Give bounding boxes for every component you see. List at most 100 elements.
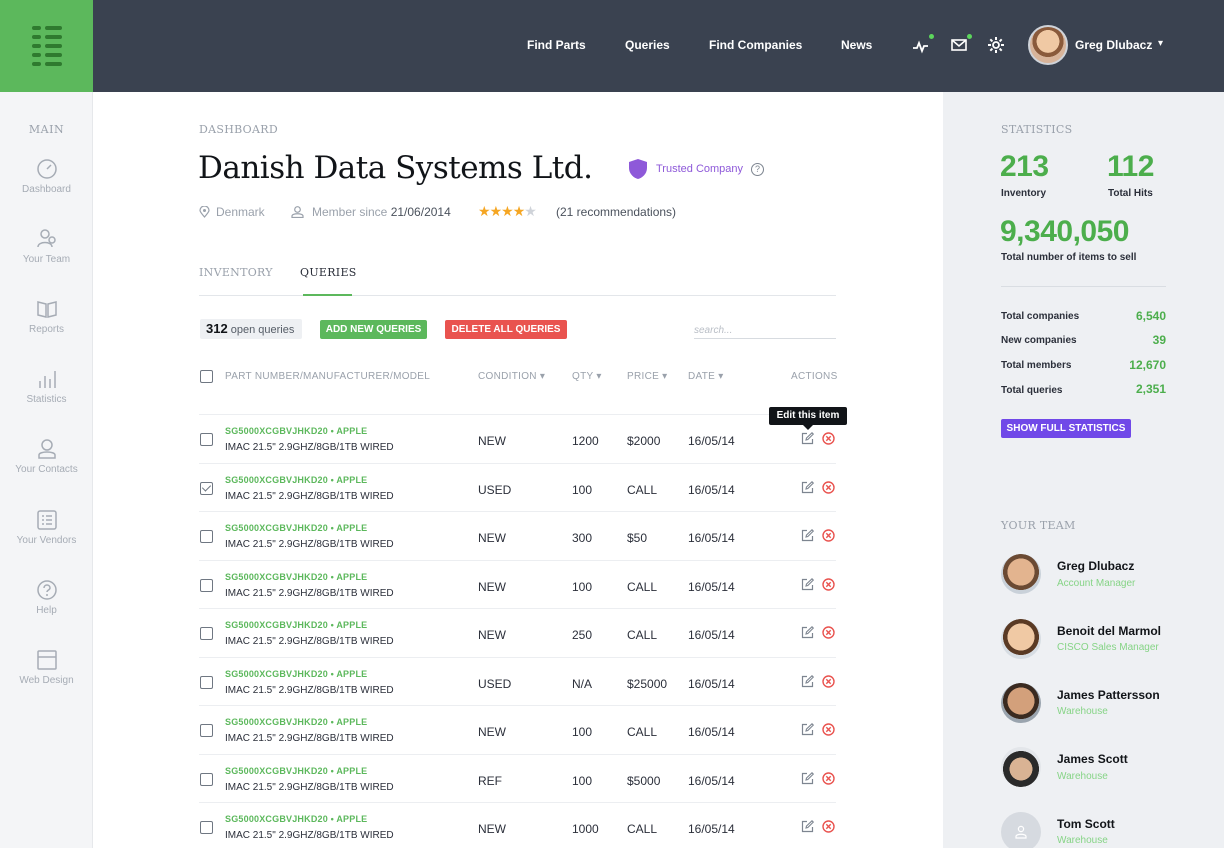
delete-icon[interactable] bbox=[822, 675, 835, 688]
edit-icon[interactable] bbox=[801, 529, 814, 542]
part-number[interactable]: SG5000XCGBVJHKD20 • APPLE bbox=[225, 814, 367, 824]
avatar-placeholder[interactable] bbox=[1001, 812, 1041, 848]
column-header-date[interactable]: DATE ▾ bbox=[688, 371, 724, 382]
settings-icon[interactable] bbox=[987, 36, 1005, 54]
sidebar-heading: MAIN bbox=[28, 123, 65, 136]
delete-icon[interactable] bbox=[822, 529, 835, 542]
row-checkbox[interactable] bbox=[200, 579, 213, 592]
part-number[interactable]: SG5000XCGBVJHKD20 • APPLE bbox=[225, 523, 367, 533]
sidebar-item-your-team[interactable]: Your Team bbox=[0, 228, 93, 265]
add-new-queries-button[interactable]: ADD NEW QUERIES bbox=[320, 320, 427, 339]
row-checkbox-checked[interactable] bbox=[200, 482, 213, 495]
sidebar-item-help[interactable]: Help bbox=[0, 579, 93, 616]
avatar[interactable] bbox=[1001, 747, 1041, 787]
edit-icon[interactable] bbox=[801, 675, 814, 688]
column-header-condition[interactable]: CONDITION ▾ bbox=[478, 371, 545, 382]
table-row[interactable]: SG5000XCGBVJHKD20 • APPLE IMAC 21.5" 2.9G… bbox=[199, 560, 836, 608]
table-row[interactable]: SG5000XCGBVJHKD20 • APPLE IMAC 21.5" 2.9G… bbox=[199, 754, 836, 802]
delete-icon[interactable] bbox=[822, 578, 835, 591]
team-member-name[interactable]: Benoit del Marmol bbox=[1057, 624, 1161, 638]
mail-icon[interactable] bbox=[950, 36, 968, 54]
row-checkbox[interactable] bbox=[200, 530, 213, 543]
table-row[interactable]: SG5000XCGBVJHKD20 • APPLE IMAC 21.5" 2.9G… bbox=[199, 608, 836, 656]
nav-news[interactable]: News bbox=[841, 38, 872, 52]
team-member-name[interactable]: Tom Scott bbox=[1057, 817, 1115, 831]
sidebar-item-web-design[interactable]: Web Design bbox=[0, 649, 93, 686]
part-number[interactable]: SG5000XCGBVJHKD20 • APPLE bbox=[225, 669, 367, 679]
qty-value: 100 bbox=[572, 580, 593, 594]
open-queries-number: 312 bbox=[206, 321, 228, 336]
question-icon[interactable]: ? bbox=[751, 163, 764, 176]
nav-find-companies[interactable]: Find Companies bbox=[709, 38, 802, 52]
edit-icon[interactable] bbox=[801, 723, 814, 736]
sidebar-item-your-contacts[interactable]: Your Contacts bbox=[0, 438, 93, 475]
row-checkbox[interactable] bbox=[200, 676, 213, 689]
table-row[interactable]: SG5000XCGBVJHKD20 • APPLE IMAC 21.5" 2.9G… bbox=[199, 705, 836, 753]
avatar[interactable] bbox=[1001, 554, 1041, 594]
table-row[interactable]: SG5000XCGBVJHKD20 • APPLE IMAC 21.5" 2.9G… bbox=[199, 414, 836, 462]
mail-notification-dot bbox=[967, 34, 972, 39]
table-row[interactable]: SG5000XCGBVJHKD20 • APPLE IMAC 21.5" 2.9G… bbox=[199, 511, 836, 559]
part-number[interactable]: SG5000XCGBVJHKD20 • APPLE bbox=[225, 620, 367, 630]
total-hits-label: Total Hits bbox=[1108, 188, 1153, 199]
table-row[interactable]: SG5000XCGBVJHKD20 • APPLE IMAC 21.5" 2.9G… bbox=[199, 802, 836, 848]
delete-icon[interactable] bbox=[822, 481, 835, 494]
delete-icon[interactable] bbox=[822, 772, 835, 785]
delete-icon[interactable] bbox=[822, 723, 835, 736]
part-number[interactable]: SG5000XCGBVJHKD20 • APPLE bbox=[225, 766, 367, 776]
sidebar-item-statistics[interactable]: Statistics bbox=[0, 368, 93, 405]
tab-inventory[interactable]: INVENTORY bbox=[199, 266, 273, 279]
column-header-qty[interactable]: QTY ▾ bbox=[572, 371, 602, 382]
row-checkbox[interactable] bbox=[200, 821, 213, 834]
team-member-name[interactable]: James Pattersson bbox=[1057, 688, 1160, 702]
edit-icon[interactable] bbox=[801, 578, 814, 591]
condition-value: REF bbox=[478, 774, 502, 788]
part-number[interactable]: SG5000XCGBVJHKD20 • APPLE bbox=[225, 475, 367, 485]
user-avatar[interactable] bbox=[1028, 25, 1068, 65]
show-full-statistics-button[interactable]: SHOW FULL STATISTICS bbox=[1001, 419, 1131, 438]
member-since-label: Member since bbox=[312, 205, 388, 219]
sidebar-item-reports[interactable]: Reports bbox=[0, 298, 93, 335]
edit-icon[interactable] bbox=[801, 626, 814, 639]
team-member-name[interactable]: James Scott bbox=[1057, 752, 1128, 766]
breadcrumb: DASHBOARD bbox=[199, 123, 278, 136]
app-logo[interactable] bbox=[0, 0, 93, 92]
part-number[interactable]: SG5000XCGBVJHKD20 • APPLE bbox=[225, 572, 367, 582]
sidebar-item-your-vendors[interactable]: Your Vendors bbox=[0, 509, 93, 546]
column-header-price[interactable]: PRICE ▾ bbox=[627, 371, 667, 382]
team-member-name[interactable]: Greg Dlubacz bbox=[1057, 559, 1134, 573]
delete-icon[interactable] bbox=[822, 626, 835, 639]
row-checkbox[interactable] bbox=[200, 724, 213, 737]
search-input[interactable] bbox=[694, 323, 836, 339]
nav-queries[interactable]: Queries bbox=[625, 38, 670, 52]
sidebar-item-dashboard[interactable]: Dashboard bbox=[0, 158, 93, 195]
edit-icon[interactable] bbox=[801, 481, 814, 494]
delete-icon[interactable] bbox=[822, 432, 835, 445]
activity-icon[interactable] bbox=[912, 36, 930, 54]
recommendations-count[interactable]: (21 recommendations) bbox=[556, 205, 676, 219]
price-value: $25000 bbox=[627, 677, 668, 691]
edit-icon[interactable] bbox=[801, 432, 814, 445]
tab-queries[interactable]: QUERIES bbox=[300, 266, 357, 279]
row-checkbox[interactable] bbox=[200, 627, 213, 640]
part-number[interactable]: SG5000XCGBVJHKD20 • APPLE bbox=[225, 426, 367, 436]
sidebar: MAIN Dashboard Your Team Reports Statist… bbox=[0, 92, 93, 848]
part-number[interactable]: SG5000XCGBVJHKD20 • APPLE bbox=[225, 717, 367, 727]
edit-icon[interactable] bbox=[801, 820, 814, 833]
caret-down-icon[interactable]: ▾ bbox=[1158, 38, 1163, 49]
table-row[interactable]: SG5000XCGBVJHKD20 • APPLE IMAC 21.5" 2.9G… bbox=[199, 657, 836, 705]
avatar[interactable] bbox=[1001, 619, 1041, 659]
delete-all-queries-button[interactable]: DELETE ALL QUERIES bbox=[445, 320, 567, 339]
sort-caret-icon: ▾ bbox=[662, 371, 668, 382]
user-name[interactable]: Greg Dlubacz bbox=[1075, 38, 1152, 52]
nav-find-parts[interactable]: Find Parts bbox=[527, 38, 586, 52]
row-checkbox[interactable] bbox=[200, 773, 213, 786]
row-checkbox[interactable] bbox=[200, 433, 213, 446]
select-all-checkbox[interactable] bbox=[200, 370, 213, 383]
table-row[interactable]: SG5000XCGBVJHKD20 • APPLE IMAC 21.5" 2.9G… bbox=[199, 463, 836, 511]
part-model: IMAC 21.5" 2.9GHZ/8GB/1TB WIRED bbox=[225, 588, 394, 599]
delete-icon[interactable] bbox=[822, 820, 835, 833]
edit-icon[interactable] bbox=[801, 772, 814, 785]
contact-icon bbox=[37, 439, 56, 459]
avatar[interactable] bbox=[1001, 683, 1041, 723]
